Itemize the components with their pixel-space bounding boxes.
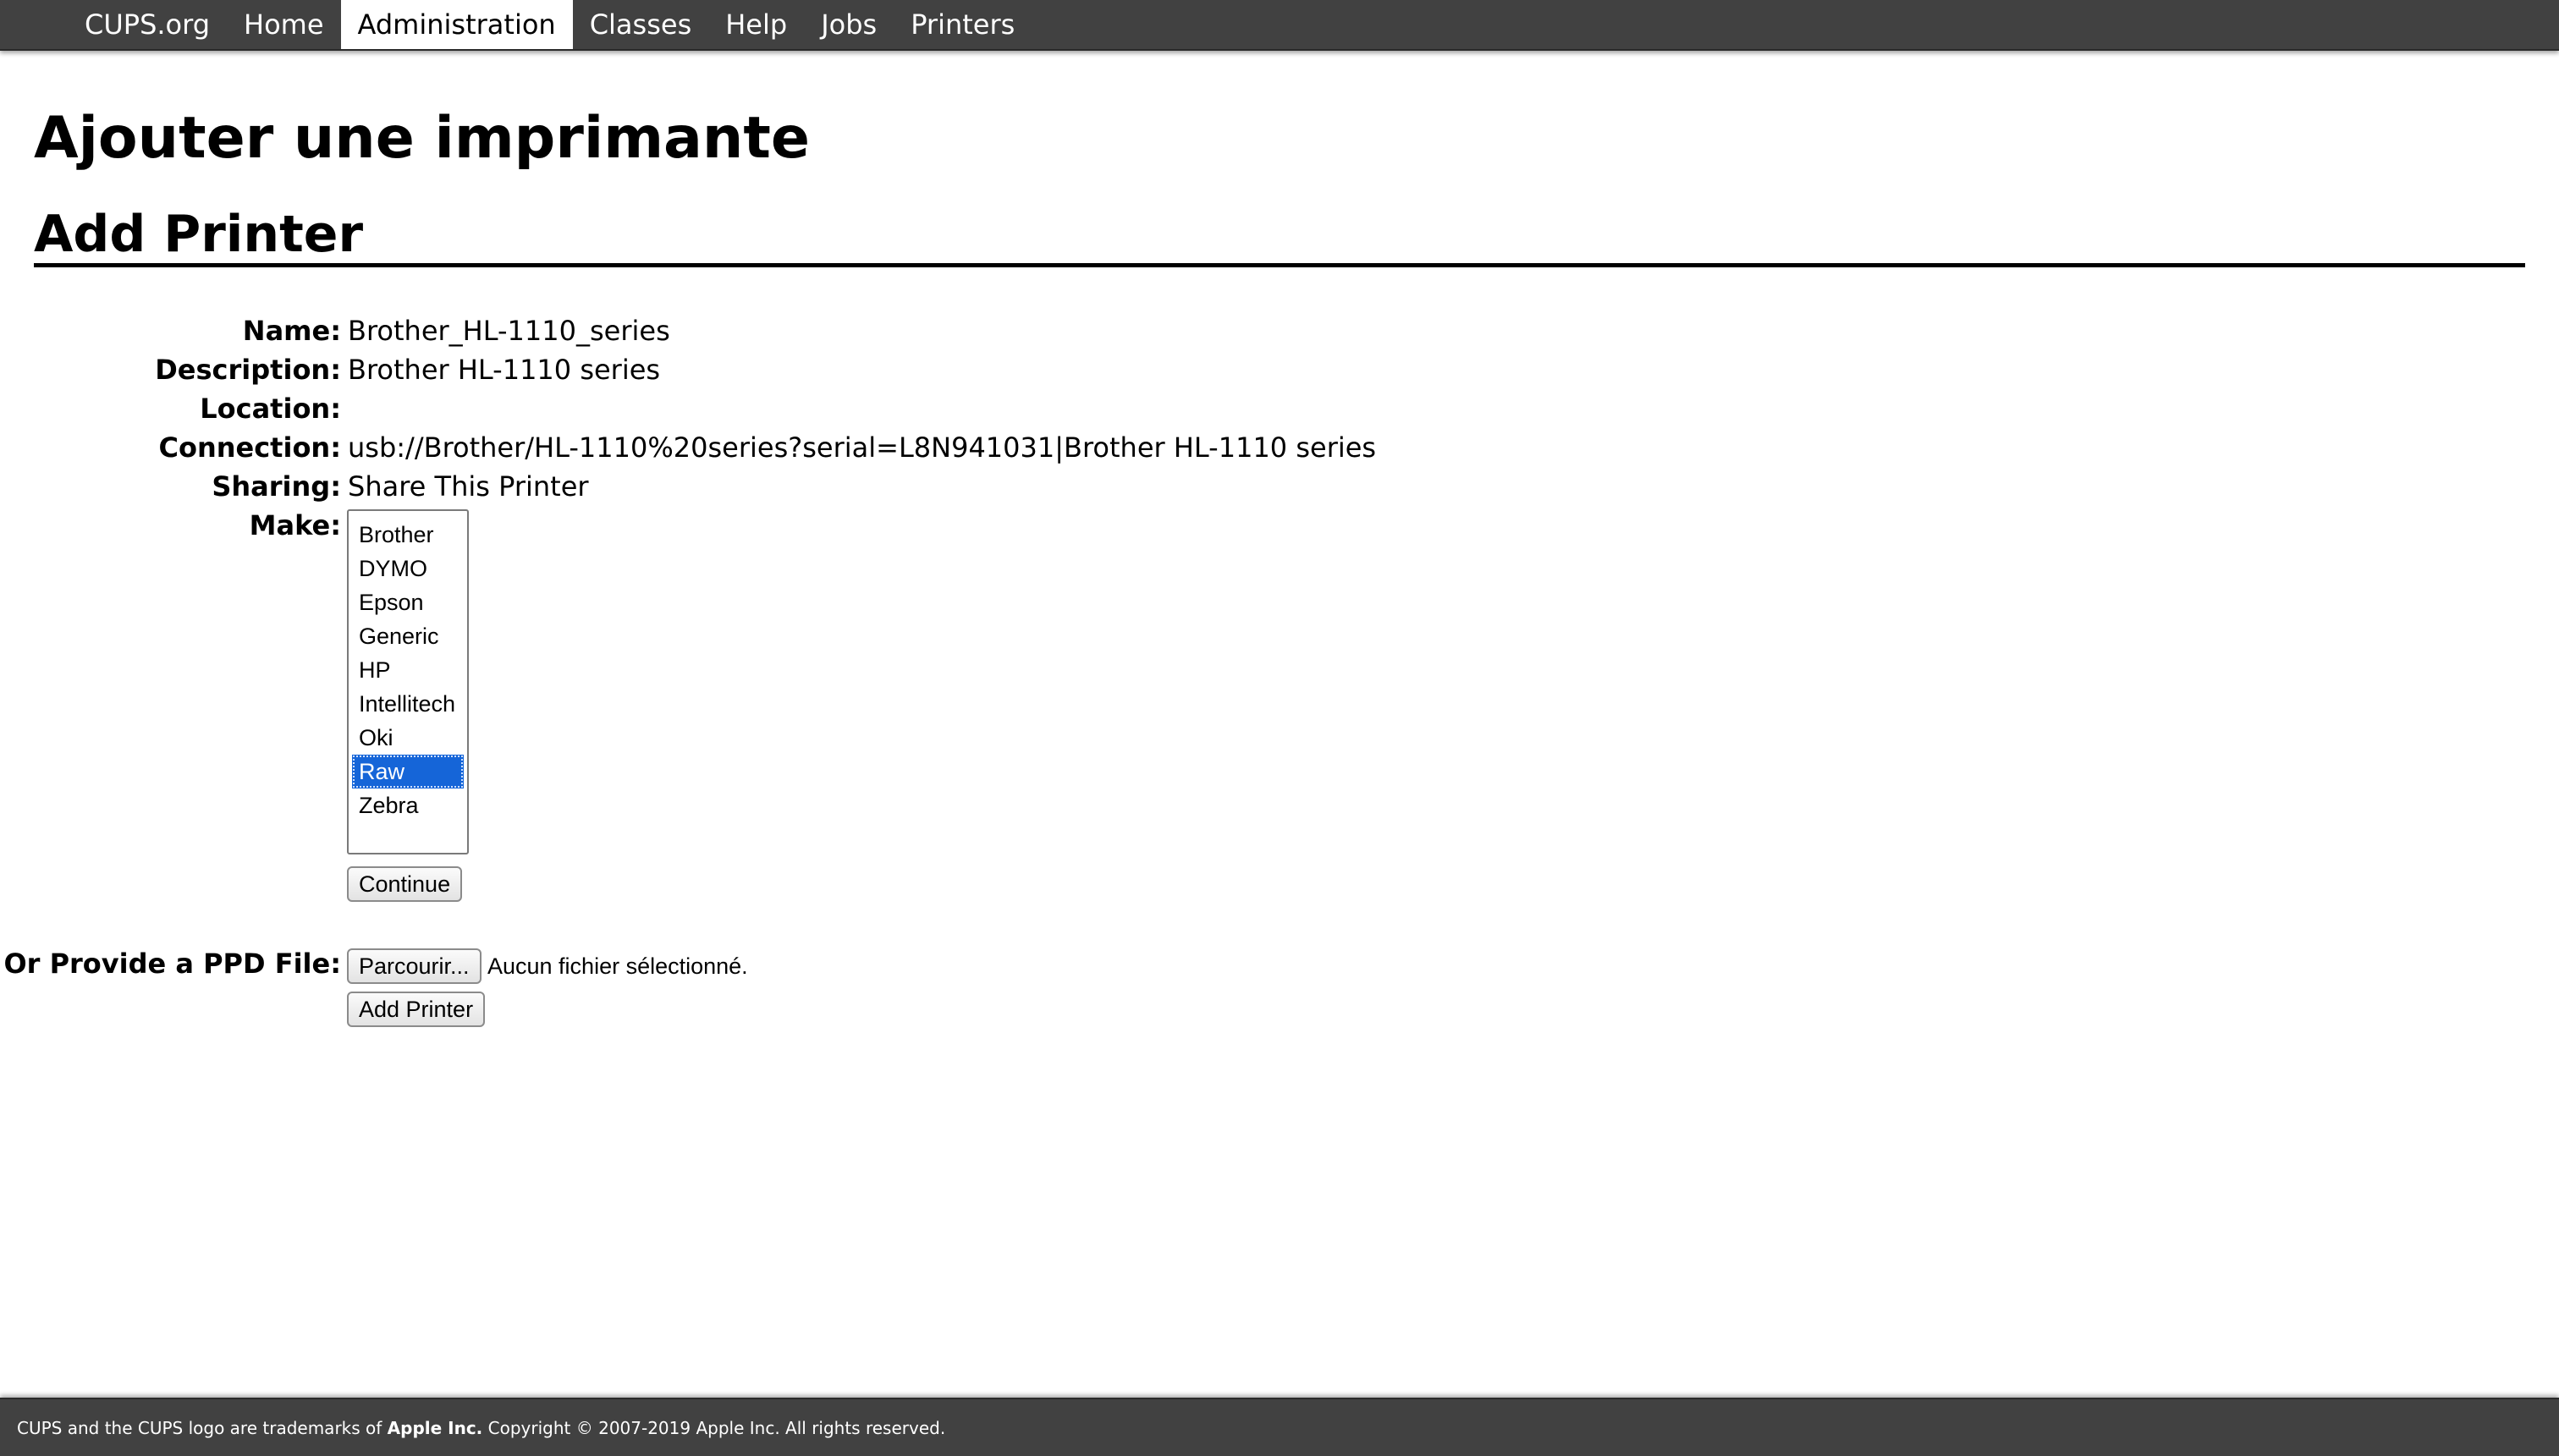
make-option-generic[interactable]: Generic bbox=[352, 619, 464, 653]
footer-copyright: CUPS and the CUPS logo are trademarks of… bbox=[17, 1399, 945, 1456]
footer-company: Apple Inc. bbox=[387, 1418, 483, 1438]
make-option-oki[interactable]: Oki bbox=[352, 721, 464, 755]
nav-item-home[interactable]: Home bbox=[227, 0, 341, 49]
nav-item-administration[interactable]: Administration bbox=[340, 0, 573, 49]
file-status-text: Aucun fichier sélectionné. bbox=[487, 953, 748, 979]
connection-label: Connection: bbox=[158, 431, 341, 464]
make-listbox[interactable]: Brother DYMO Epson Generic HP Intellitec… bbox=[347, 509, 469, 854]
make-option-raw[interactable]: Raw bbox=[352, 755, 464, 788]
make-option-hp[interactable]: HP bbox=[352, 653, 464, 687]
nav-item-cups-org[interactable]: CUPS.org bbox=[68, 0, 227, 49]
footer-text-after: Copyright © 2007-2019 Apple Inc. All rig… bbox=[482, 1418, 946, 1438]
page-title: Ajouter une imprimante bbox=[34, 105, 810, 172]
sharing-value: Share This Printer bbox=[348, 470, 589, 503]
browse-file-button[interactable]: Parcourir... bbox=[347, 948, 482, 984]
description-label: Description: bbox=[155, 354, 341, 386]
description-value: Brother HL-1110 series bbox=[348, 354, 661, 386]
continue-button[interactable]: Continue bbox=[347, 866, 463, 902]
connection-value: usb://Brother/HL-1110%20series?serial=L8… bbox=[348, 431, 1377, 464]
make-option-epson[interactable]: Epson bbox=[352, 585, 464, 619]
make-option-dymo[interactable]: DYMO bbox=[352, 552, 464, 585]
section-divider bbox=[34, 263, 2525, 267]
sharing-label: Sharing: bbox=[212, 470, 341, 503]
footer-text-before: CUPS and the CUPS logo are trademarks of bbox=[17, 1418, 388, 1438]
make-label: Make: bbox=[249, 509, 341, 541]
nav-item-jobs[interactable]: Jobs bbox=[804, 0, 894, 49]
make-option-zebra[interactable]: Zebra bbox=[352, 788, 464, 822]
nav-item-printers[interactable]: Printers bbox=[894, 0, 1032, 49]
add-printer-button[interactable]: Add Printer bbox=[347, 992, 486, 1027]
make-option-brother[interactable]: Brother bbox=[352, 518, 464, 552]
nav-item-classes[interactable]: Classes bbox=[573, 0, 709, 49]
nav-menu: CUPS.org Home Administration Classes Hel… bbox=[68, 0, 1032, 49]
name-value: Brother_HL-1110_series bbox=[348, 315, 670, 347]
nav-item-help[interactable]: Help bbox=[708, 0, 804, 49]
section-title: Add Printer bbox=[34, 205, 364, 264]
top-nav-bar: CUPS.org Home Administration Classes Hel… bbox=[0, 0, 2559, 51]
make-option-intellitech[interactable]: Intellitech bbox=[352, 687, 464, 721]
ppd-file-label: Or Provide a PPD File: bbox=[3, 948, 341, 980]
footer-bar: CUPS and the CUPS logo are trademarks of… bbox=[0, 1398, 2559, 1456]
page: CUPS.org Home Administration Classes Hel… bbox=[0, 0, 2559, 1456]
name-label: Name: bbox=[242, 315, 341, 347]
location-label: Location: bbox=[200, 393, 341, 425]
